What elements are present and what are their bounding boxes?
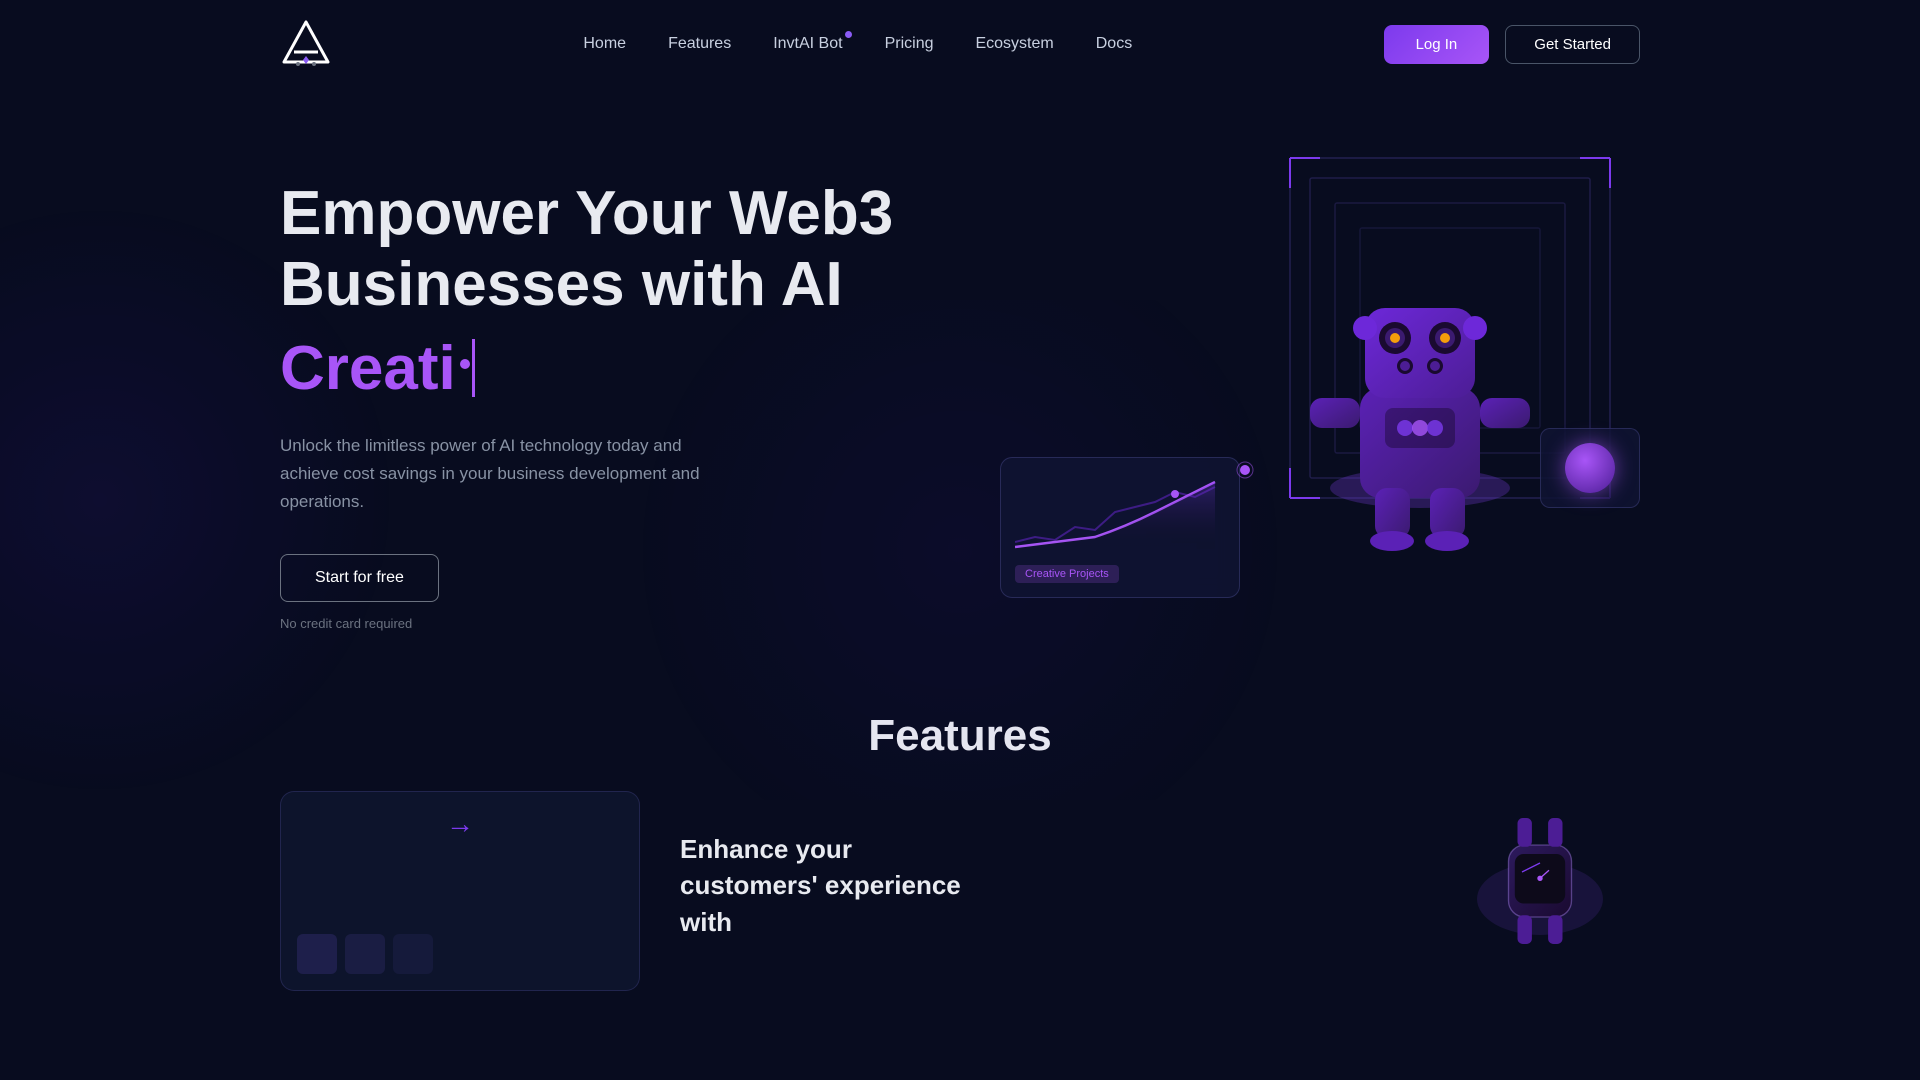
hero-title-line2: Businesses with AI xyxy=(280,250,843,319)
feature-preview-card: → xyxy=(280,791,640,991)
watch-3d-svg xyxy=(1450,791,1630,971)
no-credit-note: No credit card required xyxy=(280,616,940,631)
get-started-button[interactable]: Get Started xyxy=(1505,25,1640,64)
start-free-button[interactable]: Start for free xyxy=(280,554,439,602)
hero-content: Empower Your Web3 Businesses with AI Cre… xyxy=(280,148,940,631)
features-section: Features → Enhance your customers' exper… xyxy=(0,691,1920,1031)
hero-visual: Creative Projects xyxy=(940,148,1640,628)
orb xyxy=(1565,443,1615,493)
feature-arrow-icon: → xyxy=(297,808,623,840)
hero-title-line1: Empower Your Web3 xyxy=(280,179,893,248)
enhance-heading: Enhance your customers' experience with xyxy=(680,831,980,940)
nav-link-pricing[interactable]: Pricing xyxy=(885,35,934,52)
nav-link-home[interactable]: Home xyxy=(583,35,626,52)
nav-link-invtai-bot[interactable]: InvtAI Bot xyxy=(773,35,842,53)
animated-text: Creati xyxy=(280,333,456,404)
nav-links: Home Features InvtAI Bot Pricing Ecosyst… xyxy=(583,35,1132,53)
nav-link-docs[interactable]: Docs xyxy=(1096,35,1132,52)
feature-card-dots xyxy=(297,934,623,974)
hero-description: Unlock the limitless power of AI technol… xyxy=(280,432,700,516)
nav-item-pricing[interactable]: Pricing xyxy=(885,35,934,53)
hero-section: Empower Your Web3 Businesses with AI Cre… xyxy=(0,88,1920,691)
nav-item-features[interactable]: Features xyxy=(668,35,731,53)
robot-figure xyxy=(1280,208,1560,588)
invtai-bot-badge-wrapper: InvtAI Bot xyxy=(773,35,842,53)
text-cursor xyxy=(472,339,475,397)
nav-item-docs[interactable]: Docs xyxy=(1096,35,1132,53)
hero-cta-group: Start for free No credit card required xyxy=(280,554,940,631)
connector-dot xyxy=(1235,460,1255,480)
nav-item-invtai-bot[interactable]: InvtAI Bot xyxy=(773,35,842,53)
features-row: → Enhance your customers' experience wit… xyxy=(280,791,1640,991)
mini-orb-card xyxy=(1540,428,1640,508)
nav-link-features[interactable]: Features xyxy=(668,35,731,52)
feature-dot-3 xyxy=(393,934,433,974)
feature-preview-inner: → xyxy=(281,792,639,990)
login-button[interactable]: Log In xyxy=(1384,25,1490,64)
navbar: Home Features InvtAI Bot Pricing Ecosyst… xyxy=(0,0,1920,88)
chart-svg xyxy=(1015,472,1225,552)
feature-dot-1 xyxy=(297,934,337,974)
logo-icon xyxy=(280,18,332,70)
nav-link-ecosystem[interactable]: Ecosystem xyxy=(975,35,1053,52)
enhance-text-area: Enhance your customers' experience with xyxy=(680,791,1400,940)
invtai-bot-badge-dot xyxy=(845,31,852,38)
feature-dot-2 xyxy=(345,934,385,974)
dashboard-card: Creative Projects xyxy=(1000,457,1240,598)
cursor-dot-decoration xyxy=(460,359,470,369)
nav-item-ecosystem[interactable]: Ecosystem xyxy=(975,35,1053,53)
nav-actions: Log In Get Started xyxy=(1384,25,1640,64)
card-label: Creative Projects xyxy=(1015,565,1119,583)
logo-area[interactable] xyxy=(280,18,332,70)
watch-3d-container xyxy=(1440,791,1640,991)
hero-animated-word: Creati xyxy=(280,333,940,404)
features-title: Features xyxy=(280,711,1640,761)
hero-title: Empower Your Web3 Businesses with AI xyxy=(280,178,940,321)
nav-item-home[interactable]: Home xyxy=(583,35,626,53)
robot-svg xyxy=(1280,208,1560,588)
